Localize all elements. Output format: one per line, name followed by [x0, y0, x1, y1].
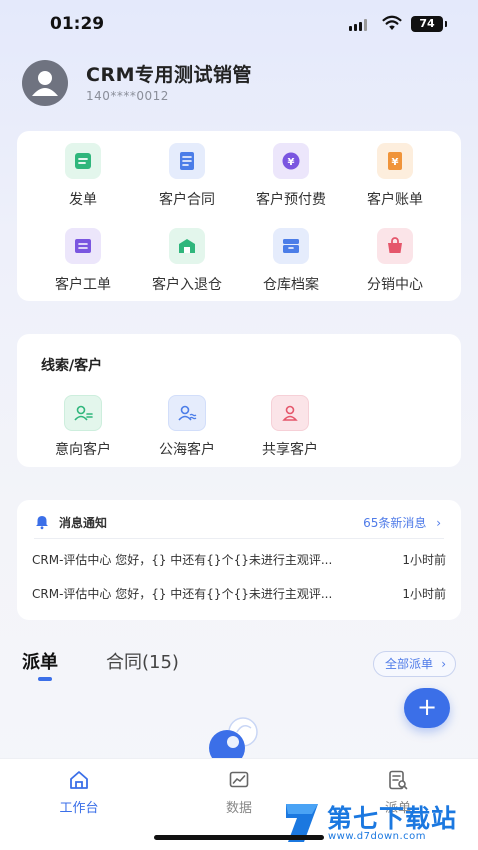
notification-time: 1小时前 [402, 587, 446, 601]
wifi-icon [382, 15, 402, 30]
chevron-right-icon: › [441, 657, 446, 671]
grid-label: 客户预付费 [256, 192, 326, 208]
work-order-icon [65, 228, 101, 264]
profile-phone: 140****0012 [86, 89, 169, 103]
contract-icon [169, 143, 205, 179]
grid-label: 仓库档案 [263, 277, 319, 293]
notifications-title: 消息通知 [59, 516, 108, 530]
grid-label: 客户合同 [159, 192, 215, 208]
grid-item-customer-warehouse-in-out[interactable]: 客户入退仓 [137, 228, 237, 294]
grid-label: 客户账单 [367, 192, 423, 208]
grid-item-customer-contract[interactable]: 客户合同 [137, 143, 237, 209]
new-messages-link[interactable]: 65条新消息 › [363, 514, 441, 531]
grid-label: 发单 [69, 192, 97, 208]
grid-item-dispatch[interactable]: 发单 [33, 143, 133, 209]
lead-label: 意向客户 [55, 442, 111, 458]
home-icon [70, 771, 88, 789]
user-avatar-icon[interactable] [22, 60, 68, 106]
svg-text:¥: ¥ [288, 157, 295, 168]
warehouse-archive-icon [273, 228, 309, 264]
lead-label: 共享客户 [262, 442, 318, 458]
notification-row[interactable]: CRM-评估中心 您好，{} 中还有{}个{}未进行主观评... 1小时前 [32, 585, 446, 602]
profile-header[interactable]: CRM专用测试销管 140****0012 [22, 58, 462, 108]
add-button[interactable]: + [404, 688, 450, 728]
notification-text: CRM-评估中心 您好，{} 中还有{}个{}未进行主观评... [32, 587, 333, 601]
profile-name: CRM专用测试销管 [86, 64, 252, 86]
bell-icon [36, 516, 48, 530]
prepaid-icon: ¥ [273, 143, 309, 179]
grid-item-warehouse-archive[interactable]: 仓库档案 [241, 228, 341, 294]
leads-title: 线索/客户 [41, 358, 103, 374]
grid-item-customer-work-order[interactable]: 客户工单 [33, 228, 133, 294]
battery-indicator: 74 [411, 16, 447, 32]
lead-item-public-pool-customer[interactable]: 公海客户 [147, 395, 227, 459]
all-dispatch-label: 全部派单 [384, 657, 433, 671]
notification-time: 1小时前 [402, 553, 446, 567]
lead-item-shared-customer[interactable]: 共享客户 [250, 395, 330, 459]
nav-item-data[interactable]: 数据 [199, 769, 279, 816]
svg-text:¥: ¥ [392, 157, 399, 168]
tab-contract[interactable]: 合同(15) [106, 648, 179, 674]
all-dispatch-button[interactable]: 全部派单 › [372, 651, 456, 677]
watermark-url: www.d7down.com [328, 831, 427, 842]
new-messages-count: 65条新消息 [363, 516, 427, 530]
chart-icon [229, 771, 249, 788]
public-pool-customer-icon [168, 395, 206, 431]
grid-label: 客户入退仓 [152, 277, 222, 293]
lead-item-intent-customer[interactable]: 意向客户 [43, 395, 123, 459]
grid-item-customer-prepaid[interactable]: ¥ 客户预付费 [241, 143, 341, 209]
notifications-card: 消息通知 65条新消息 › CRM-评估中心 您好，{} 中还有{}个{}未进行… [17, 500, 461, 620]
dispatch-list-icon [389, 770, 408, 790]
grid-label: 分销中心 [367, 277, 423, 293]
intent-customer-icon [64, 395, 102, 431]
nav-label: 数据 [225, 801, 252, 816]
divider [34, 538, 444, 539]
cellular-signal-icon [349, 19, 367, 31]
notification-text: CRM-评估中心 您好，{} 中还有{}个{}未进行主观评... [32, 553, 333, 567]
nav-item-workbench[interactable]: 工作台 [39, 769, 119, 816]
nav-label: 工作台 [59, 801, 99, 816]
shared-customer-icon [271, 395, 309, 431]
bill-icon: ¥ [377, 143, 413, 179]
site-watermark: 第七下载站 www.d7down.com [282, 798, 478, 848]
status-time: 01:29 [50, 14, 105, 34]
lead-label: 公海客户 [159, 442, 215, 458]
distribution-icon [377, 228, 413, 264]
order-tabs: 派单 合同(15) 全部派单 › [22, 648, 462, 688]
tab-dispatch[interactable]: 派单 [22, 648, 58, 674]
grid-label: 客户工单 [55, 277, 111, 293]
leads-card: 线索/客户 意向客户 公海客户 共享客户 [17, 334, 461, 467]
grid-item-distribution-center[interactable]: 分销中心 [345, 228, 445, 294]
status-bar: 01:29 74 [0, 0, 478, 50]
tab-active-indicator [38, 677, 52, 681]
grid-item-customer-bill[interactable]: ¥ 客户账单 [345, 143, 445, 209]
notification-row[interactable]: CRM-评估中心 您好，{} 中还有{}个{}未进行主观评... 1小时前 [32, 551, 446, 568]
chevron-right-icon: › [436, 516, 441, 530]
watermark-name: 第七下载站 [327, 804, 458, 833]
dispatch-icon [65, 143, 101, 179]
warehouse-in-out-icon [169, 228, 205, 264]
function-grid-card: 发单 客户合同 ¥ 客户预付费 ¥ 客户账单 客户工单 客户入退仓 仓库档案 分… [17, 131, 461, 301]
home-indicator [154, 835, 324, 840]
